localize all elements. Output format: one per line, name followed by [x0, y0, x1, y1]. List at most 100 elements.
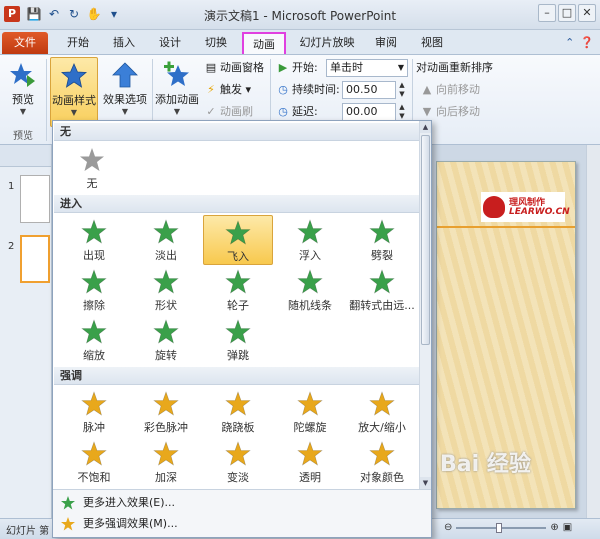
- animation-entrance-item[interactable]: 旋转: [131, 315, 201, 365]
- redo-icon[interactable]: ↻: [66, 6, 82, 22]
- emphasis-star-icon: [369, 391, 395, 416]
- gallery-scrollbar[interactable]: ▲ ▼: [419, 121, 431, 489]
- zoom-slider[interactable]: [456, 522, 547, 533]
- duration-input[interactable]: 00.50: [342, 81, 396, 99]
- preview-button[interactable]: 预览 ▼: [4, 57, 42, 127]
- help-icon[interactable]: ❓: [580, 36, 594, 49]
- animation-styles-button[interactable]: 动画样式 ▼: [50, 57, 98, 127]
- entrance-star-icon: [153, 269, 179, 294]
- emphasis-star-icon: [297, 441, 323, 466]
- fit-slide-icon[interactable]: ▣: [563, 522, 572, 533]
- animation-entrance-item[interactable]: 随机线条: [275, 265, 345, 315]
- minimize-icon[interactable]: –: [538, 4, 556, 22]
- animation-emphasis-item[interactable]: 放大/缩小: [347, 387, 417, 437]
- animation-entrance-item[interactable]: 翻转式由远...: [347, 265, 417, 315]
- touch-icon[interactable]: ✋: [86, 6, 102, 22]
- emphasis-star-icon: [225, 441, 251, 466]
- zoom-in-icon[interactable]: ⊕: [550, 522, 558, 533]
- entrance-star-icon: [369, 269, 395, 294]
- chevron-down-icon: ▼: [173, 107, 181, 116]
- tab-file[interactable]: 文件: [2, 32, 48, 54]
- tab-view[interactable]: 视图: [412, 32, 452, 54]
- animation-emphasis-item[interactable]: 彩色脉冲: [131, 387, 201, 437]
- brush-icon: ✓: [206, 105, 216, 118]
- animation-gallery: 无 无 进入 出现 淡出 飞入 浮入 劈裂 擦除 形状 轮子 随机线条 翻转式由远... 缩放 旋转弹…: [52, 120, 432, 538]
- cat-logo-icon: [483, 196, 505, 218]
- tab-review[interactable]: 审阅: [366, 32, 406, 54]
- tab-insert[interactable]: 插入: [104, 32, 144, 54]
- animation-entrance-item[interactable]: 形状: [131, 265, 201, 315]
- entrance-star-icon: [225, 319, 251, 344]
- emphasis-star-icon: [225, 391, 251, 416]
- animation-entrance-item[interactable]: 淡出: [131, 215, 201, 265]
- emphasis-star-small-icon: [61, 517, 75, 531]
- delay-spinner[interactable]: ▲ ▼: [397, 103, 407, 121]
- delay-clock-icon: ◷: [278, 105, 288, 118]
- scrollbar-thumb[interactable]: [421, 135, 430, 345]
- tab-slideshow[interactable]: 幻灯片放映: [294, 32, 360, 54]
- animation-emphasis-item[interactable]: 变淡: [203, 437, 273, 487]
- emphasis-star-icon: [81, 441, 107, 466]
- animation-entrance-item[interactable]: 擦除: [59, 265, 129, 315]
- start-select[interactable]: 单击时 ▼: [326, 59, 408, 77]
- more-entrance-effects[interactable]: 更多进入效果(E)...: [55, 493, 429, 513]
- section-entrance: 进入: [54, 195, 420, 213]
- slide-number: 2: [8, 241, 15, 252]
- entrance-star-icon: [225, 220, 251, 245]
- move-later-button[interactable]: ▼ 向后移动: [420, 103, 480, 121]
- effect-options-button[interactable]: 效果选项 ▼: [100, 57, 150, 127]
- duration-label: ◷ 持续时间:: [276, 81, 340, 99]
- animation-emphasis-item[interactable]: 加深: [131, 437, 201, 487]
- delay-input[interactable]: 00.00: [342, 103, 396, 121]
- slide-thumbnail-2[interactable]: [20, 235, 50, 283]
- animation-none[interactable]: 无: [57, 143, 127, 193]
- animation-entrance-item[interactable]: 轮子: [203, 265, 273, 315]
- up-arrow-icon: [112, 62, 138, 88]
- add-animation-button[interactable]: 添加动画 ▼: [154, 57, 200, 127]
- powerpoint-logo-icon: P: [4, 6, 20, 22]
- zoom-slider-thumb[interactable]: [496, 522, 503, 533]
- emphasis-star-icon: [297, 391, 323, 416]
- animation-entrance-item[interactable]: 弹跳: [203, 315, 273, 365]
- maximize-icon[interactable]: □: [558, 4, 576, 22]
- duration-spinner[interactable]: ▲ ▼: [397, 81, 407, 99]
- animation-entrance-item[interactable]: 出现: [59, 215, 129, 265]
- slide-thumbnail-1[interactable]: [20, 175, 50, 223]
- close-icon[interactable]: ✕: [578, 4, 596, 22]
- quick-access-toolbar: 💾 ↶ ↻ ✋ ▾: [26, 6, 122, 22]
- move-earlier-button[interactable]: ▲ 向前移动: [420, 81, 480, 99]
- undo-icon[interactable]: ↶: [46, 6, 62, 22]
- animation-emphasis-item[interactable]: 脉冲: [59, 387, 129, 437]
- tab-animations[interactable]: 动画: [242, 32, 286, 54]
- animation-emphasis-item[interactable]: 陀螺旋: [275, 387, 345, 437]
- animation-entrance-item[interactable]: 浮入: [275, 215, 345, 265]
- animation-entrance-item[interactable]: 缩放: [59, 315, 129, 365]
- lightning-icon: ⚡: [207, 83, 215, 96]
- ribbon-tabs: 文件 开始 插入 设计 切换 动画 幻灯片放映 审阅 视图 ⌃ ❓: [0, 30, 600, 55]
- panel-tabs[interactable]: [0, 145, 51, 167]
- animation-emphasis-item[interactable]: 跷跷板: [203, 387, 273, 437]
- animation-emphasis-item[interactable]: 对象颜色: [347, 437, 417, 487]
- animation-painter-button[interactable]: ✓ 动画刷: [204, 103, 253, 121]
- more-emphasis-effects[interactable]: 更多强调效果(M)...: [55, 514, 429, 534]
- save-icon[interactable]: 💾: [26, 6, 42, 22]
- minimize-ribbon-icon[interactable]: ⌃: [565, 36, 574, 49]
- zoom-out-icon[interactable]: ⊖: [444, 522, 452, 533]
- entrance-star-icon: [297, 219, 323, 244]
- scroll-up-icon[interactable]: ▲: [420, 121, 431, 133]
- trigger-button[interactable]: ⚡ 触发 ▾: [204, 81, 251, 99]
- animation-entrance-item[interactable]: 飞入: [203, 215, 273, 265]
- animation-emphasis-item[interactable]: 透明: [275, 437, 345, 487]
- customize-icon[interactable]: ▾: [106, 6, 122, 22]
- animation-pane-button[interactable]: ▤ 动画窗格: [204, 59, 264, 77]
- tab-home[interactable]: 开始: [58, 32, 98, 54]
- entrance-star-icon: [81, 219, 107, 244]
- tab-design[interactable]: 设计: [150, 32, 190, 54]
- slide-status: 幻灯片 第: [6, 526, 50, 537]
- tab-transitions[interactable]: 切换: [196, 32, 236, 54]
- preview-group-label: 预览: [13, 131, 33, 142]
- animation-entrance-item[interactable]: 劈裂: [347, 215, 417, 265]
- animation-emphasis-item[interactable]: 不饱和: [59, 437, 129, 487]
- canvas-scrollbar[interactable]: [586, 145, 600, 518]
- scroll-down-icon[interactable]: ▼: [420, 477, 431, 489]
